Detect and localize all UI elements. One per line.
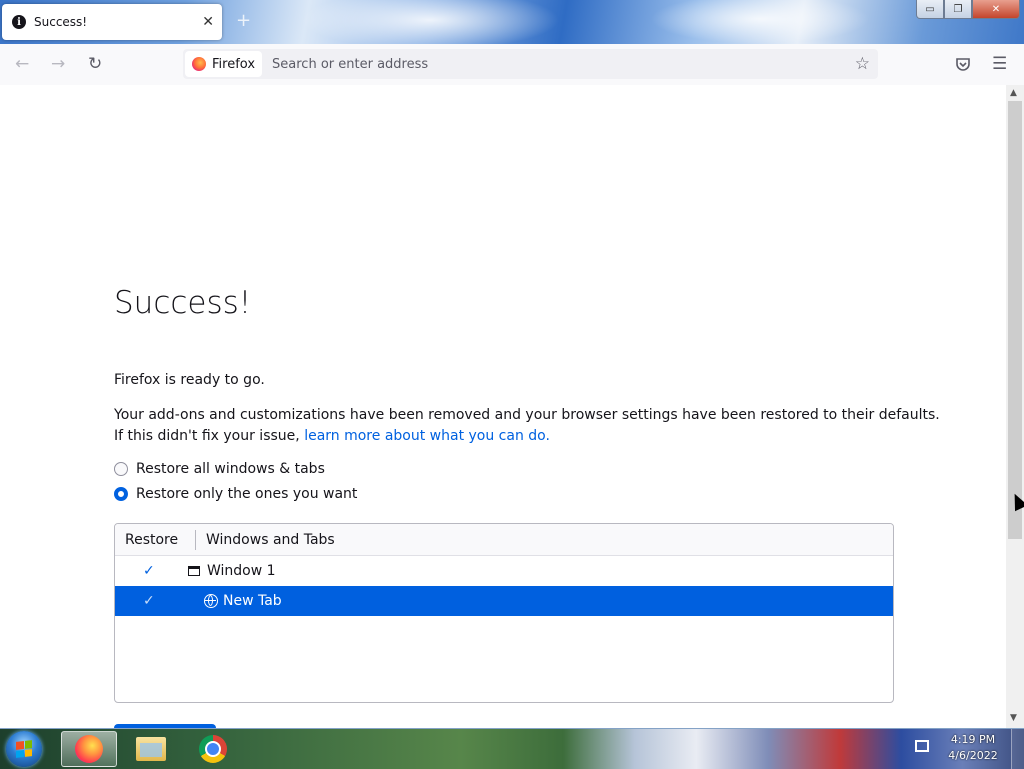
background-cloud	[650, 0, 870, 44]
pocket-icon[interactable]	[955, 57, 971, 72]
identity-label: Firefox	[212, 56, 256, 72]
tree-row-label: New Tab	[223, 593, 282, 609]
close-tab-icon[interactable]: ✕	[202, 14, 214, 30]
app-menu-icon[interactable]: ☰	[992, 54, 1007, 74]
scroll-down-icon[interactable]: ▼	[1010, 713, 1017, 723]
show-desktop-button[interactable]	[1011, 729, 1024, 769]
description-line-2: If this didn't fix your issue, learn mor…	[114, 426, 940, 447]
chrome-icon	[199, 735, 227, 763]
back-arrow-icon[interactable]: ←	[15, 54, 29, 74]
system-clock[interactable]: 4:19 PM 4/6/2022	[940, 732, 1006, 764]
description-prefix: If this didn't fix your issue,	[114, 428, 305, 444]
page-title: Success!	[114, 285, 252, 321]
description-text: Your add-ons and customizations have bee…	[114, 405, 940, 447]
clock-time: 4:19 PM	[950, 733, 996, 746]
window-controls: ▭ ❐ ✕	[916, 0, 1020, 19]
folder-icon	[136, 737, 166, 761]
clock-date: 4/6/2022	[948, 749, 998, 762]
tab-success[interactable]: i Success! ✕	[2, 4, 222, 40]
close-window-button[interactable]: ✕	[972, 0, 1020, 19]
bookmark-star-icon[interactable]: ☆	[855, 54, 870, 74]
radio-unchecked-icon[interactable]	[114, 462, 128, 476]
taskbar-file-explorer[interactable]	[123, 731, 179, 767]
minimize-button[interactable]: ▭	[916, 0, 944, 19]
check-icon[interactable]: ✓	[143, 593, 155, 609]
check-icon[interactable]: ✓	[143, 563, 155, 579]
tree-row-tab[interactable]: ✓ New Tab	[115, 586, 893, 616]
radio-restore-some[interactable]: Restore only the ones you want	[114, 486, 357, 502]
tree-row-window[interactable]: ✓ Window 1	[115, 556, 893, 586]
scroll-up-icon[interactable]: ▲	[1010, 88, 1017, 98]
title-bar: i Success! ✕ + ▭ ❐ ✕	[0, 0, 1024, 44]
radio-checked-icon[interactable]	[114, 487, 128, 501]
navigation-toolbar: ← → ↻ Firefox ☆ ☰	[0, 44, 1024, 86]
vertical-scrollbar[interactable]: ▲ ▼	[1006, 85, 1024, 728]
taskbar-chrome[interactable]	[185, 731, 241, 767]
identity-chip[interactable]: Firefox	[185, 51, 263, 77]
learn-more-link[interactable]: learn more about what you can do.	[304, 428, 550, 444]
globe-icon	[204, 594, 218, 608]
radio-restore-some-label: Restore only the ones you want	[136, 486, 358, 502]
radio-restore-all[interactable]: Restore all windows & tabs	[114, 461, 325, 477]
restore-tree[interactable]: Restore Windows and Tabs ✓ Window 1 ✓ Ne…	[114, 523, 894, 703]
taskbar: 4:19 PM 4/6/2022	[0, 728, 1024, 769]
restore-window-button[interactable]: ❐	[944, 0, 972, 19]
radio-restore-all-label: Restore all windows & tabs	[136, 461, 325, 477]
window-icon	[188, 566, 200, 576]
column-windows-and-tabs[interactable]: Windows and Tabs	[196, 532, 335, 548]
network-icon[interactable]	[915, 740, 929, 752]
url-bar[interactable]: Firefox ☆	[183, 49, 878, 79]
description-line-1: Your add-ons and customizations have bee…	[114, 407, 940, 423]
start-button[interactable]	[6, 731, 42, 767]
scroll-thumb[interactable]	[1008, 101, 1022, 539]
ready-text: Firefox is ready to go.	[114, 372, 265, 388]
address-input[interactable]	[270, 55, 855, 73]
firefox-icon	[75, 735, 103, 763]
tab-title: Success!	[34, 15, 88, 29]
windows-logo-icon	[16, 740, 32, 758]
info-icon: i	[12, 15, 26, 29]
tree-header: Restore Windows and Tabs	[115, 524, 893, 556]
tree-row-label: Window 1	[207, 563, 276, 579]
taskbar-firefox[interactable]	[61, 731, 117, 767]
background-cloud	[300, 0, 560, 44]
new-tab-icon[interactable]: +	[236, 10, 251, 31]
column-restore[interactable]: Restore	[115, 529, 196, 550]
page-content: Success! Firefox is ready to go. Your ad…	[0, 85, 1006, 728]
firefox-logo-icon	[192, 57, 206, 71]
forward-arrow-icon[interactable]: →	[51, 54, 65, 74]
reload-icon[interactable]: ↻	[88, 54, 102, 74]
